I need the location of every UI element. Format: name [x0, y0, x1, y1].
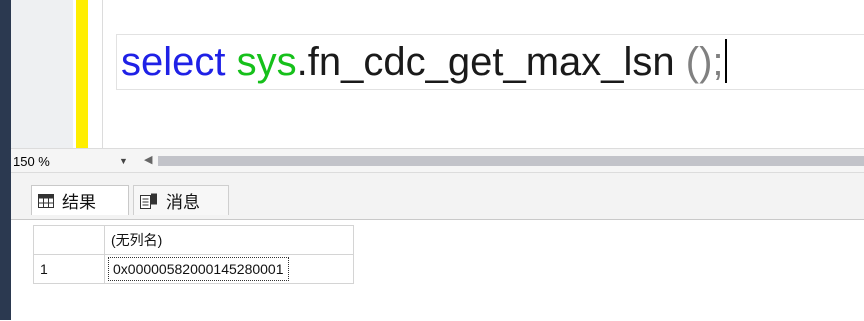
editor-zoom-bar: 150 % ▼ ◀ [11, 148, 864, 173]
row-number-header[interactable] [33, 225, 105, 255]
grid-icon [38, 193, 54, 208]
sql-editor-line[interactable]: select sys.fn_cdc_get_max_lsn (); [121, 36, 727, 88]
result-value-cell[interactable]: 0x00000582000145280001 [104, 254, 354, 284]
table-row[interactable]: 1 0x00000582000145280001 [33, 254, 354, 284]
sql-punctuation: (); [674, 40, 724, 84]
results-grid: (无列名) 1 0x00000582000145280001 [33, 225, 354, 284]
scroll-left-arrow-icon[interactable]: ◀ [144, 153, 152, 166]
zoom-level-dropdown[interactable]: 150 % ▼ [11, 151, 131, 171]
grid-header-row: (无列名) [33, 225, 354, 255]
zoom-level-value: 150 % [13, 154, 50, 169]
results-tab-strip: 结果 消息 [11, 173, 864, 219]
editor-margin-line [102, 0, 103, 148]
tab-results-label: 结果 [62, 193, 96, 212]
sql-schema-sys: sys [236, 40, 297, 84]
tab-results[interactable]: 结果 [31, 185, 129, 215]
tab-messages-label: 消息 [166, 193, 200, 212]
row-number-cell[interactable]: 1 [33, 254, 105, 284]
horizontal-scrollbar-thumb[interactable] [158, 156, 864, 166]
unsaved-change-bar [76, 0, 88, 148]
tab-messages[interactable]: 消息 [133, 185, 229, 215]
sql-function-name: .fn_cdc_get_max_lsn [296, 40, 675, 84]
text-caret [724, 39, 727, 83]
messages-icon [140, 193, 157, 209]
chevron-down-icon[interactable]: ▼ [119, 156, 128, 166]
editor-gutter [11, 0, 73, 148]
sql-keyword-select: select [121, 40, 226, 84]
window-left-rail [0, 0, 11, 320]
results-grid-area: (无列名) 1 0x00000582000145280001 [11, 219, 864, 321]
column-header-no-name[interactable]: (无列名) [104, 225, 354, 255]
result-value-text: 0x00000582000145280001 [108, 257, 289, 281]
sql-space [226, 40, 237, 84]
